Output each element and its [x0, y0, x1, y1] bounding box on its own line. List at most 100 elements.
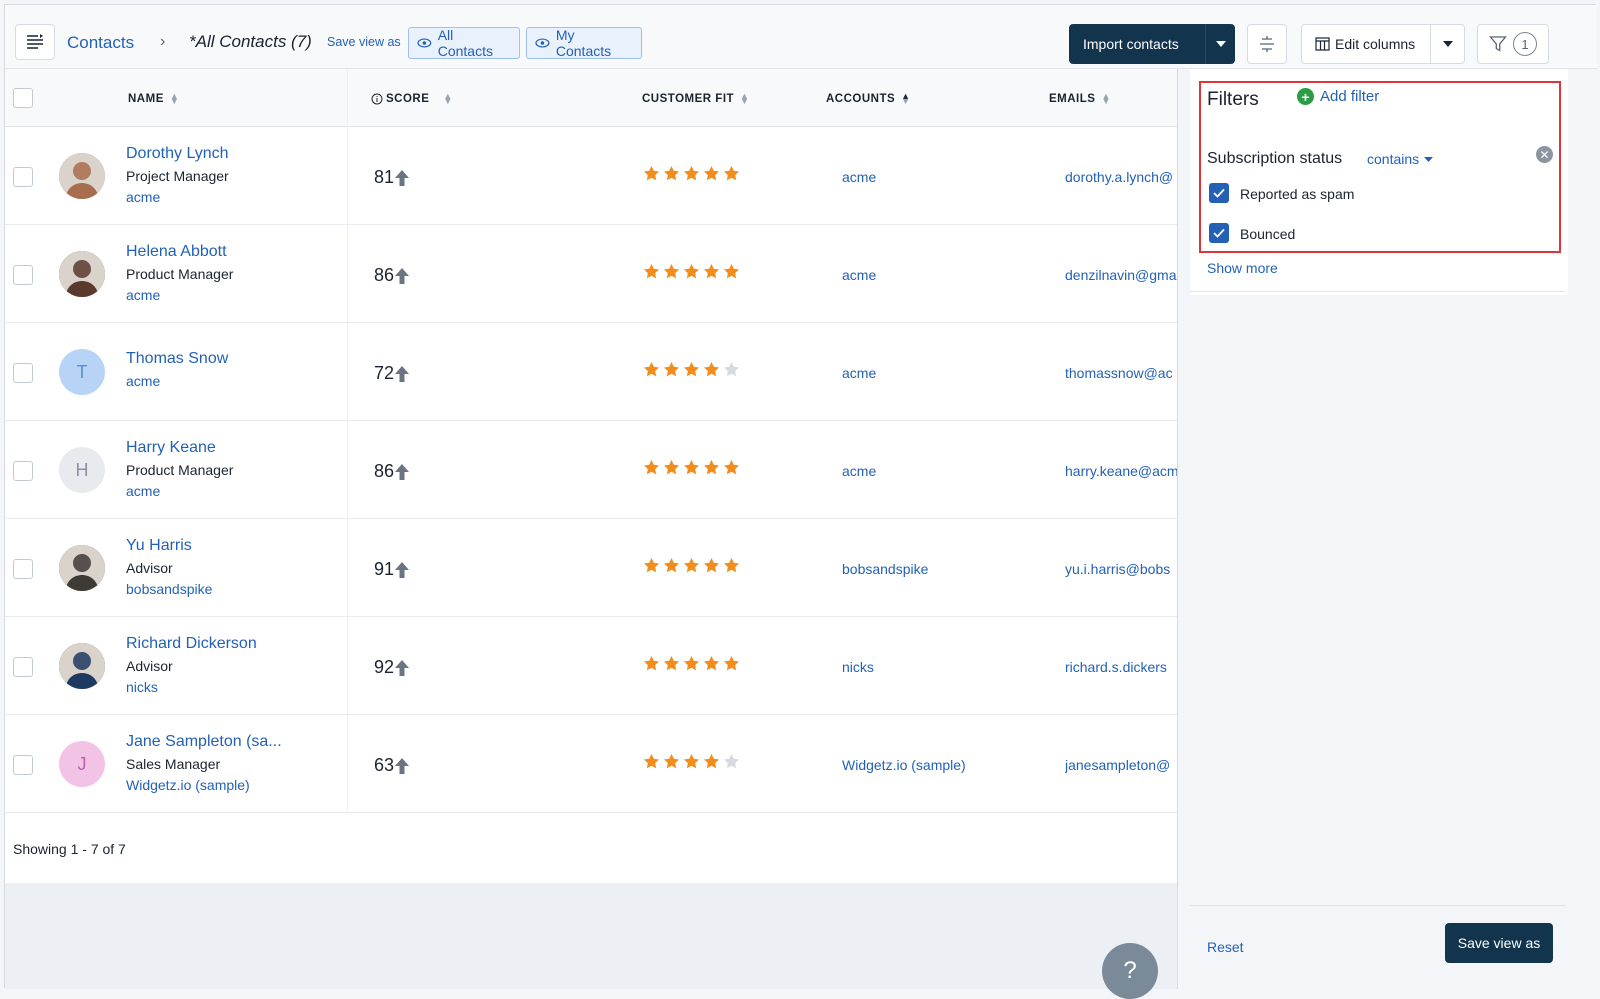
contact-name-link[interactable]: Yu Harris	[126, 537, 192, 555]
customer-fit-rating	[643, 263, 740, 280]
column-header-customer-fit[interactable]: CUSTOMER FIT ▲ ▼	[642, 92, 749, 106]
score-value: 86	[374, 461, 395, 481]
column-header-accounts[interactable]: ACCOUNTS ▲ ▼	[826, 91, 911, 106]
contact-account-link[interactable]: nicks	[126, 679, 158, 695]
show-more-link[interactable]: Show more	[1207, 260, 1278, 276]
eye-icon	[535, 38, 550, 48]
star-icon	[664, 166, 679, 181]
star-icon	[704, 460, 719, 475]
table-row[interactable]: H Harry Keane Product Manager acme 86 acme har…	[5, 421, 1177, 519]
filter-toggle-button[interactable]: 1	[1477, 24, 1549, 64]
view-pill-all-contacts[interactable]: All Contacts	[408, 27, 520, 59]
email-link[interactable]: dorothy.a.lynch@	[1065, 169, 1177, 185]
filter-operator-dropdown[interactable]: contains	[1367, 151, 1434, 167]
email-link[interactable]: harry.keane@acm	[1065, 463, 1177, 479]
contact-account-link[interactable]: acme	[126, 189, 160, 205]
star-icon	[664, 362, 679, 377]
view-pill-my-contacts[interactable]: My Contacts	[526, 27, 642, 59]
column-header-score[interactable]: SCORE ▲ ▼	[371, 92, 453, 106]
contact-name-link[interactable]: Richard Dickerson	[126, 635, 257, 653]
star-icon	[704, 656, 719, 671]
table-row[interactable]: Yu Harris Advisor bobsandspike 91 bobsandspi…	[5, 519, 1177, 617]
star-icon	[704, 754, 719, 769]
star-icon	[684, 362, 699, 377]
account-link[interactable]: Widgetz.io (sample)	[842, 757, 966, 773]
star-icon	[724, 656, 739, 671]
account-link[interactable]: acme	[842, 365, 876, 381]
table-row[interactable]: Dorothy Lynch Project Manager acme 81 acme do…	[5, 127, 1177, 225]
contact-account-link[interactable]: acme	[126, 373, 160, 389]
arrow-up-icon	[395, 169, 410, 186]
table-row[interactable]: Helena Abbott Product Manager acme 86 acme de…	[5, 225, 1177, 323]
account-link[interactable]: bobsandspike	[842, 561, 928, 577]
filter-count-badge: 1	[1513, 32, 1537, 56]
remove-filter-close-icon[interactable]: ✕	[1536, 146, 1553, 163]
avatar: H	[59, 447, 105, 493]
import-dropdown-caret[interactable]	[1205, 24, 1235, 64]
contact-name-link[interactable]: Dorothy Lynch	[126, 145, 229, 163]
table-row[interactable]: Richard Dickerson Advisor nicks 92 nicks rich…	[5, 617, 1177, 715]
row-density-button[interactable]	[1247, 24, 1287, 64]
email-link[interactable]: denzilnavin@gma	[1065, 267, 1177, 283]
contact-account-link[interactable]: acme	[126, 483, 160, 499]
save-view-as-button[interactable]: Save view as	[1445, 923, 1553, 963]
contact-account-link[interactable]: Widgetz.io (sample)	[126, 777, 250, 793]
star-icon	[724, 460, 739, 475]
account-link[interactable]: acme	[842, 169, 876, 185]
save-view-as-link[interactable]: Save view as	[327, 35, 401, 49]
row-checkbox[interactable]	[13, 461, 33, 481]
contact-name-link[interactable]: Harry Keane	[126, 439, 216, 457]
row-checkbox[interactable]	[13, 363, 33, 383]
help-button[interactable]: ?	[1102, 943, 1158, 999]
score-value: 72	[374, 363, 395, 383]
contact-name-link[interactable]: Jane Sampleton (sa...	[126, 733, 282, 751]
contact-job-title: Advisor	[126, 658, 173, 674]
contact-name-link[interactable]: Helena Abbott	[126, 243, 227, 261]
column-header-emails[interactable]: EMAILS ▲ ▼	[1049, 92, 1111, 106]
table-header: NAME ▲ ▼ SCORE ▲ ▼ CUSTOMER FIT ▲ ▼ ACCOUNT…	[5, 69, 1177, 127]
row-checkbox[interactable]	[13, 559, 33, 579]
row-checkbox[interactable]	[13, 167, 33, 187]
star-icon	[684, 166, 699, 181]
row-checkbox[interactable]	[13, 265, 33, 285]
contact-account-link[interactable]: bobsandspike	[126, 581, 212, 597]
avatar-initial: H	[75, 459, 89, 480]
view-pill-label: My Contacts	[555, 27, 612, 59]
import-contacts-button[interactable]: Import contacts	[1069, 24, 1235, 64]
reset-filters-link[interactable]: Reset	[1207, 939, 1244, 955]
filter-option-checkbox-bounced[interactable]	[1209, 223, 1229, 243]
sort-ascending-icon: ▲ ▼	[901, 91, 911, 106]
menu-toggle-button[interactable]	[15, 24, 55, 60]
score-cell: 92	[374, 657, 410, 678]
edit-columns-button[interactable]: Edit columns	[1301, 24, 1465, 64]
select-all-checkbox[interactable]	[13, 88, 33, 108]
email-link[interactable]: janesampleton@	[1065, 757, 1177, 773]
avatar-initial: J	[77, 753, 87, 774]
table-row[interactable]: T Thomas Snow acme 72 acme thomassnow@ac	[5, 323, 1177, 421]
top-bar: Contacts › *All Contacts (7) Save view a…	[5, 5, 1597, 69]
info-icon	[371, 93, 383, 105]
column-header-name[interactable]: NAME ▲ ▼	[128, 92, 179, 106]
star-icon	[644, 754, 659, 769]
checkmark-icon	[1213, 228, 1225, 238]
table-row[interactable]: J Jane Sampleton (sa... Sales Manager Widge…	[5, 715, 1177, 813]
edit-columns-caret[interactable]	[1430, 24, 1464, 64]
arrow-up-icon	[395, 267, 410, 284]
filter-option-label: Bounced	[1240, 226, 1296, 242]
account-link[interactable]: acme	[842, 267, 876, 283]
row-checkbox[interactable]	[13, 657, 33, 677]
empty-area	[5, 883, 1177, 989]
contact-name-link[interactable]: Thomas Snow	[126, 350, 228, 368]
email-link[interactable]: thomassnow@ac	[1065, 365, 1177, 381]
filter-option-checkbox-reported-as-spam[interactable]	[1209, 183, 1229, 203]
account-link[interactable]: acme	[842, 463, 876, 479]
contact-account-link[interactable]: acme	[126, 287, 160, 303]
star-icon	[724, 166, 739, 181]
account-link[interactable]: nicks	[842, 659, 874, 675]
breadcrumb-contacts[interactable]: Contacts	[67, 33, 134, 53]
star-icon	[684, 656, 699, 671]
email-link[interactable]: richard.s.dickers	[1065, 659, 1177, 675]
arrow-up-icon	[395, 659, 410, 676]
row-checkbox[interactable]	[13, 755, 33, 775]
email-link[interactable]: yu.i.harris@bobs	[1065, 561, 1177, 577]
